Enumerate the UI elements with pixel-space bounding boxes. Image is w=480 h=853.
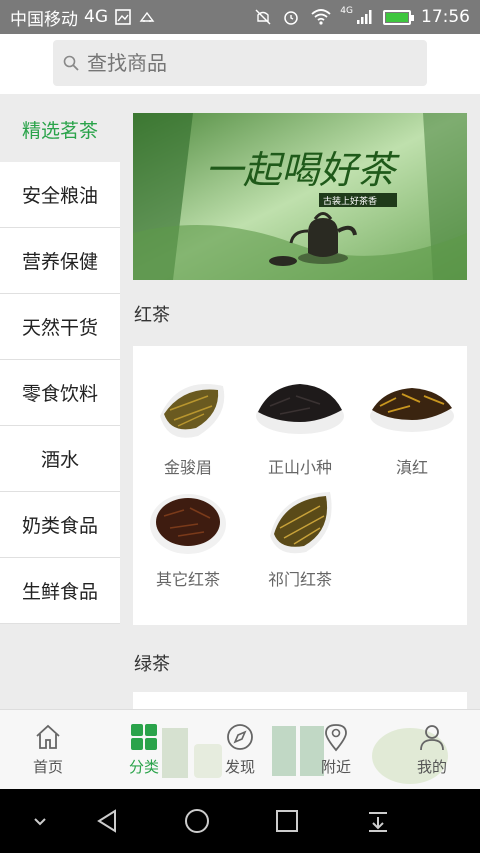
qimen-red-tea-image [270, 492, 332, 554]
sidebar-item-fresh[interactable]: 生鲜食品 [0, 558, 120, 624]
signal-label: 4G [340, 6, 353, 16]
product-dianhong[interactable]: 滇红 [362, 376, 462, 478]
product-label: 金骏眉 [163, 458, 212, 477]
sidebar-item-health[interactable]: 营养保健 [0, 228, 120, 294]
clock-time: 17:56 [421, 7, 470, 27]
carrier-name: 中国移动 [10, 9, 78, 30]
banner-subtitle: 古装上好茶香 [323, 195, 377, 207]
person-icon [420, 725, 444, 751]
cloud-icon [139, 11, 155, 22]
network-type: 4G [84, 7, 108, 27]
location-pin-icon [325, 724, 347, 752]
sidebar-item-snacks[interactable]: 零食饮料 [0, 360, 120, 426]
banner-image: 一起喝好茶 古装上好茶香 [133, 113, 467, 280]
banner-headline: 一起喝好茶 [205, 148, 400, 192]
product-label: 正山小种 [267, 458, 332, 477]
category-sidebar: 精选茗茶 安全粮油 营养保健 天然干货 零食饮料 酒水 奶类食品 生鲜食品 [0, 96, 120, 624]
compass-icon [227, 724, 253, 750]
nav-discover-label: 发现 [224, 758, 255, 776]
nav-profile-label: 我的 [416, 758, 447, 776]
category-icon [131, 724, 157, 750]
alarm-icon [284, 11, 299, 25]
bottom-navigation: 首页 分类 发现 附近 我的 [0, 709, 480, 789]
wifi-icon [311, 9, 331, 25]
nav-nearby[interactable]: 附近 [288, 710, 384, 789]
sidebar-item-selected-tea[interactable]: 精选茗茶 [0, 96, 120, 162]
signal-icon [357, 10, 372, 24]
product-jinjunmei[interactable]: 金骏眉 [138, 376, 238, 478]
nav-category[interactable]: 分类 [96, 710, 192, 789]
sidebar-item-grain-oil[interactable]: 安全粮油 [0, 162, 120, 228]
category-content: 一起喝好茶 古装上好茶香 红茶 金骏眉 正山小种 滇红 其它红茶 祁门红茶 绿茶 [120, 96, 480, 709]
nav-category-label: 分类 [128, 758, 159, 776]
product-qimen-red-tea[interactable]: 祁门红茶 [250, 488, 350, 590]
search-box[interactable] [53, 40, 427, 86]
nav-home-label: 首页 [32, 758, 63, 776]
nav-profile[interactable]: 我的 [384, 710, 480, 789]
sidebar-item-dried-goods[interactable]: 天然干货 [0, 294, 120, 360]
status-right: 4G 17:56 [254, 6, 470, 27]
tea-banner[interactable]: 一起喝好茶 古装上好茶香 [133, 113, 467, 280]
recent-apps-icon[interactable] [273, 807, 301, 835]
notification-pull-icon[interactable] [364, 807, 392, 835]
nav-nearby-label: 附近 [320, 758, 351, 776]
nav-home[interactable]: 首页 [0, 710, 96, 789]
sidebar-item-alcohol[interactable]: 酒水 [0, 426, 120, 492]
section-title-green-tea: 绿茶 [134, 654, 170, 675]
green-tea-card [133, 692, 467, 709]
product-label: 其它红茶 [155, 570, 220, 589]
dianhong-image [370, 388, 454, 432]
product-label: 祁门红茶 [267, 570, 332, 589]
red-tea-card: 金骏眉 正山小种 滇红 其它红茶 祁门红茶 [133, 346, 467, 625]
image-icon [115, 9, 131, 25]
back-icon[interactable] [93, 807, 121, 835]
product-other-red-tea[interactable]: 其它红茶 [138, 488, 238, 590]
zhengshan-xiaozhong-image [256, 384, 344, 434]
system-navigation-bar [0, 789, 480, 853]
jinjunmei-image [160, 384, 225, 438]
status-bar: 中国移动 4G 4G 17:56 [0, 0, 480, 34]
nav-discover[interactable]: 发现 [192, 710, 288, 789]
product-zhengshan-xiaozhong[interactable]: 正山小种 [250, 376, 350, 478]
battery-icon [383, 9, 414, 25]
chevron-down-icon[interactable] [26, 807, 54, 835]
section-title-red-tea: 红茶 [134, 305, 170, 326]
home-button-icon[interactable] [183, 807, 211, 835]
mute-icon [255, 9, 271, 25]
search-input[interactable] [87, 51, 387, 75]
search-icon [63, 55, 79, 71]
other-red-tea-image [150, 494, 226, 554]
status-left: 中国移动 4G [10, 5, 156, 30]
search-header [0, 34, 480, 94]
home-icon [36, 724, 60, 749]
product-label: 滇红 [395, 458, 428, 477]
sidebar-item-dairy[interactable]: 奶类食品 [0, 492, 120, 558]
